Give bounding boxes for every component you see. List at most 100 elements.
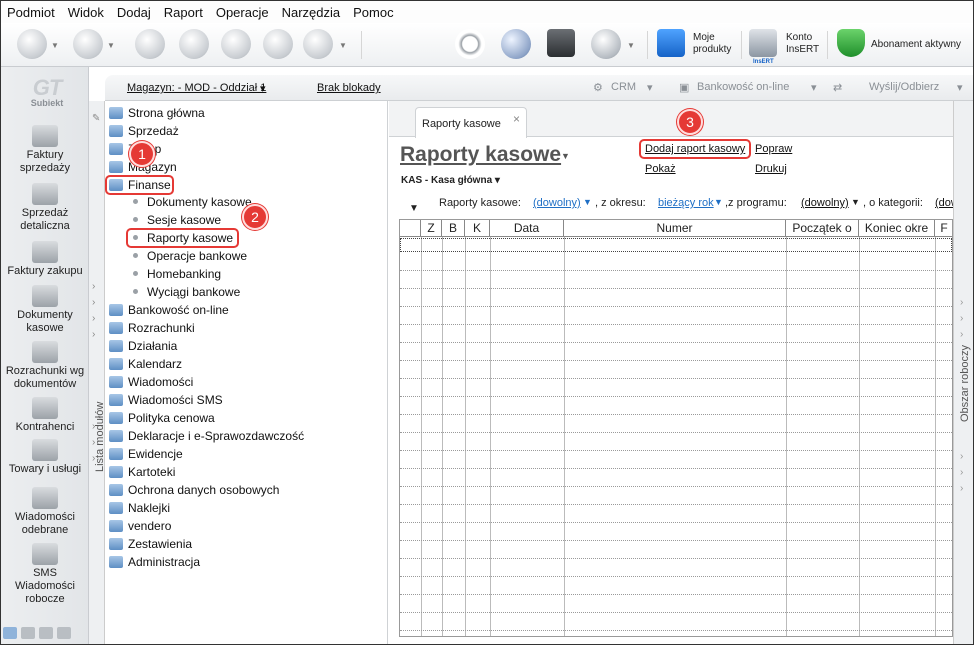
column-selector[interactable] bbox=[400, 220, 421, 237]
receive-icon[interactable] bbox=[73, 29, 103, 59]
tree-wiadomosci[interactable]: Wiadomości bbox=[109, 373, 193, 390]
chevron-down-icon[interactable]: ▼ bbox=[51, 41, 59, 50]
tab-raporty-kasowe[interactable]: Raporty kasowe × bbox=[415, 107, 527, 138]
chevron-down-icon[interactable]: ▼ bbox=[339, 41, 347, 50]
table-row[interactable] bbox=[400, 360, 952, 361]
account-label[interactable]: Konto InsERT bbox=[786, 32, 819, 56]
chevron-down-icon[interactable]: ▾ bbox=[811, 81, 817, 94]
tree-sprzedaz[interactable]: Sprzedaż bbox=[109, 122, 179, 139]
tree-naklejki[interactable]: Naklejki bbox=[109, 499, 170, 516]
table-row[interactable] bbox=[400, 378, 952, 379]
table-row[interactable] bbox=[400, 414, 952, 415]
chevron-right-icon[interactable]: › bbox=[92, 453, 95, 464]
edit-button[interactable]: Popraw bbox=[755, 143, 792, 155]
menu-raport[interactable]: Raport bbox=[164, 5, 203, 20]
filter-raporty-value[interactable]: (dowolny) bbox=[533, 197, 581, 209]
eraser-icon[interactable] bbox=[179, 29, 209, 59]
circle-icon[interactable] bbox=[3, 627, 17, 639]
globe-icon[interactable] bbox=[501, 29, 531, 59]
nav-towary-uslugi[interactable]: Towary i usługi bbox=[1, 439, 89, 476]
chevron-down-icon[interactable]: ▼ bbox=[851, 197, 860, 207]
table-row[interactable] bbox=[400, 468, 952, 469]
tree-kartoteki[interactable]: Kartoteki bbox=[109, 463, 175, 480]
my-products-label[interactable]: Moje produkty bbox=[693, 32, 731, 56]
shield-check-icon[interactable] bbox=[837, 29, 865, 57]
tree-sesje-kasowe[interactable]: Sesje kasowe bbox=[133, 211, 221, 228]
chevron-right-icon[interactable]: › bbox=[92, 313, 95, 324]
reports-table[interactable]: Z B K Data Numer Początek o Koniec okre … bbox=[399, 219, 953, 637]
tree-kalendarz[interactable]: Kalendarz bbox=[109, 355, 182, 372]
chevron-down-icon[interactable]: ▼ bbox=[627, 41, 635, 50]
nav-faktury-sprzedazy[interactable]: Faktury sprzedaży bbox=[1, 125, 89, 175]
account-icon[interactable]: InsERT bbox=[749, 29, 777, 65]
tree-rozrachunki[interactable]: Rozrachunki bbox=[109, 319, 195, 336]
tree-administracja[interactable]: Administracja bbox=[109, 553, 200, 570]
menu-widok[interactable]: Widok bbox=[68, 5, 104, 20]
table-row[interactable] bbox=[400, 558, 952, 559]
show-button[interactable]: Pokaż bbox=[645, 163, 676, 175]
table-row[interactable] bbox=[400, 342, 952, 343]
tools-icon[interactable] bbox=[221, 29, 251, 59]
menu-pomoc[interactable]: Pomoc bbox=[353, 5, 393, 20]
lock-status-link[interactable]: Brak blokady bbox=[317, 82, 381, 94]
filter-okres-value[interactable]: bieżący rok bbox=[658, 197, 714, 209]
cash-register-selector[interactable]: KAS - Kasa główna ▾ bbox=[401, 175, 500, 186]
chevron-right-icon[interactable]: › bbox=[92, 329, 95, 340]
send-receive-button[interactable]: Wyślij/Odbierz bbox=[869, 81, 939, 93]
coins-icon[interactable] bbox=[57, 627, 71, 639]
crm-icon[interactable]: ⚙ bbox=[593, 81, 603, 94]
nav-sms-robocze[interactable]: SMS Wiadomości robocze bbox=[1, 543, 89, 606]
tree-ochrona-danych[interactable]: Ochrona danych osobowych bbox=[109, 481, 279, 498]
column-header-f[interactable]: F bbox=[935, 220, 952, 237]
products-icon[interactable] bbox=[657, 29, 685, 57]
column-header-koniec[interactable]: Koniec okre bbox=[859, 220, 935, 237]
chevron-down-icon[interactable]: ▼ bbox=[583, 197, 592, 207]
column-header-numer[interactable]: Numer bbox=[564, 220, 786, 237]
table-row[interactable] bbox=[400, 540, 952, 541]
table-row[interactable] bbox=[400, 288, 952, 289]
chevron-down-icon[interactable]: ▾ bbox=[647, 81, 653, 94]
table-row[interactable] bbox=[400, 324, 952, 325]
help-icon[interactable] bbox=[303, 29, 333, 59]
column-header-b[interactable]: B bbox=[442, 220, 465, 237]
hand-icon[interactable] bbox=[39, 627, 53, 639]
module-list-strip[interactable]: ✎ › › › › Lista modułów › › › bbox=[89, 101, 106, 644]
lifebuoy-icon[interactable] bbox=[263, 29, 293, 59]
chevron-right-icon[interactable]: › bbox=[960, 297, 963, 308]
menu-dodaj[interactable]: Dodaj bbox=[117, 5, 151, 20]
nav-rozrachunki[interactable]: Rozrachunki wg dokumentów bbox=[1, 341, 89, 391]
tree-dzialania[interactable]: Działania bbox=[109, 337, 177, 354]
tree-ewidencje[interactable]: Ewidencje bbox=[109, 445, 183, 462]
chevron-down-icon[interactable]: ▾ bbox=[957, 81, 963, 94]
table-row[interactable] bbox=[400, 612, 952, 613]
pin-icon[interactable]: ✎ bbox=[92, 113, 100, 124]
chevron-right-icon[interactable]: › bbox=[92, 297, 95, 308]
subscription-label[interactable]: Abonament aktywny bbox=[871, 39, 961, 51]
magazyn-dropdown[interactable]: Magazyn: - MOD - Oddział 1 bbox=[127, 82, 266, 94]
tree-bankowosc[interactable]: Bankowość on-line bbox=[109, 301, 229, 318]
column-header-poczatek[interactable]: Początek o bbox=[786, 220, 859, 237]
table-row[interactable] bbox=[400, 630, 952, 631]
chevron-right-icon[interactable]: › bbox=[960, 467, 963, 478]
table-row[interactable] bbox=[400, 396, 952, 397]
nav-sprzedaz-detaliczna[interactable]: Sprzedaż detaliczna bbox=[1, 183, 89, 233]
tree-vendero[interactable]: vendero bbox=[109, 517, 171, 534]
menu-podmiot[interactable]: Podmiot bbox=[7, 5, 55, 20]
print-button[interactable]: Drukuj bbox=[755, 163, 787, 175]
box-icon[interactable] bbox=[547, 29, 575, 57]
nav-faktury-zakupu[interactable]: Faktury zakupu bbox=[1, 241, 89, 278]
tree-dokumenty-kasowe[interactable]: Dokumenty kasowe bbox=[133, 193, 252, 210]
chevron-right-icon[interactable]: › bbox=[92, 421, 95, 432]
table-row[interactable] bbox=[400, 486, 952, 487]
tree-wiadomosci-sms[interactable]: Wiadomości SMS bbox=[109, 391, 223, 408]
nav-dokumenty-kasowe[interactable]: Dokumenty kasowe bbox=[1, 285, 89, 335]
tree-homebanking[interactable]: Homebanking bbox=[133, 265, 221, 282]
chevron-down-icon[interactable]: ▼ bbox=[107, 41, 115, 50]
tree-wyciagi-bankowe[interactable]: Wyciągi bankowe bbox=[133, 283, 240, 300]
table-row[interactable] bbox=[400, 432, 952, 433]
column-header-z[interactable]: Z bbox=[421, 220, 442, 237]
chevron-right-icon[interactable]: › bbox=[92, 281, 95, 292]
column-header-k[interactable]: K bbox=[465, 220, 490, 237]
menu-operacje[interactable]: Operacje bbox=[216, 5, 269, 20]
close-icon[interactable]: × bbox=[513, 112, 520, 126]
